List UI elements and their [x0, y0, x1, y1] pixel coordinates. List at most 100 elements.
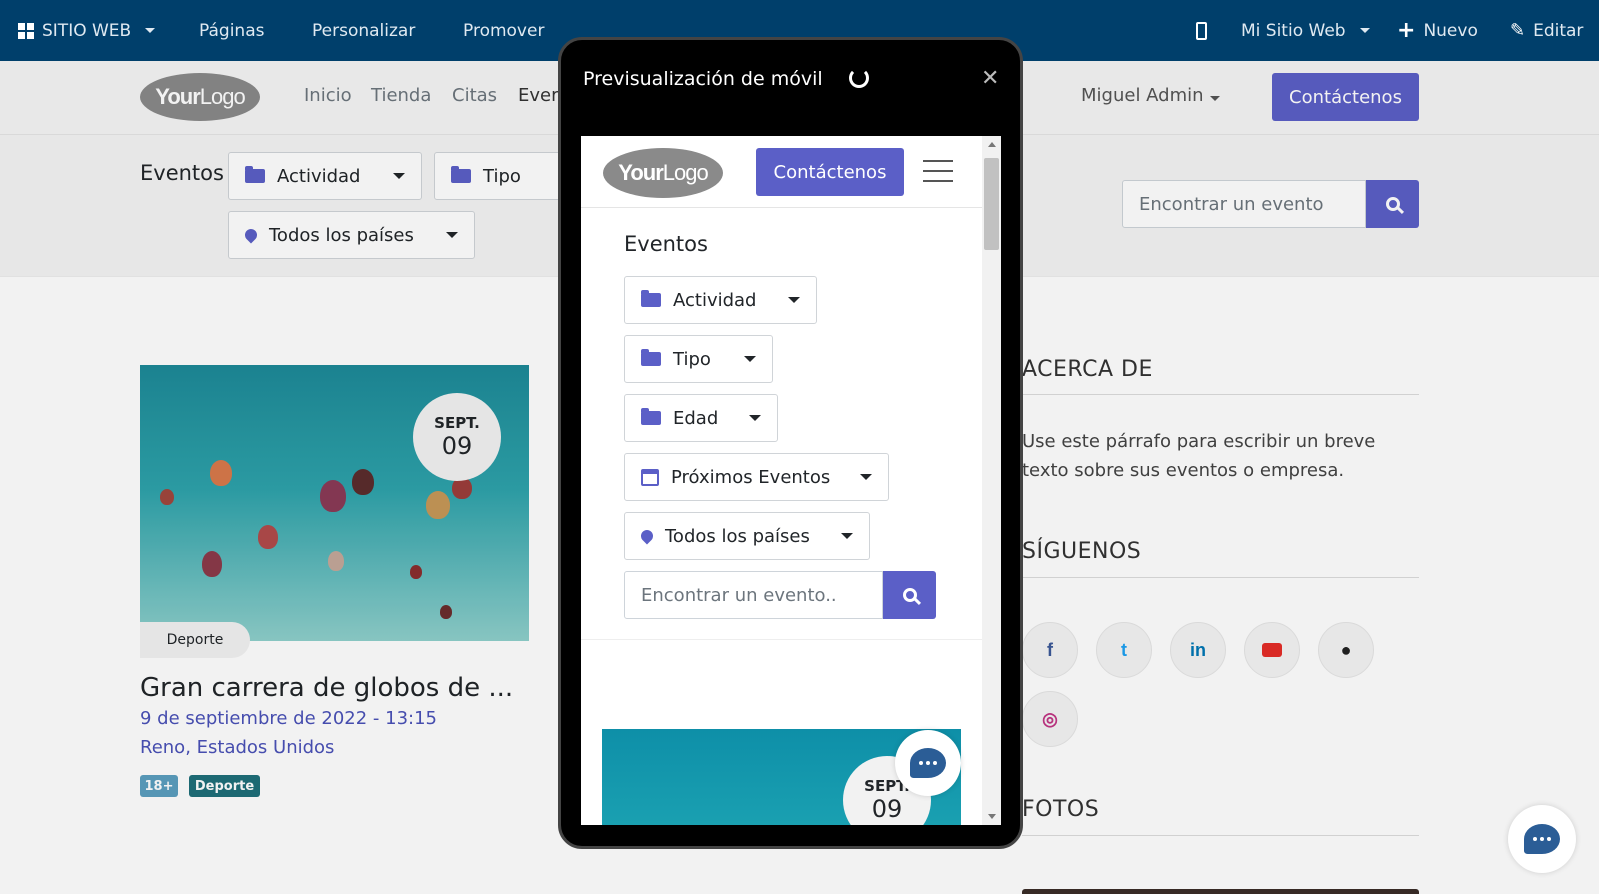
event-date-day: 09	[441, 432, 473, 460]
calendar-icon	[641, 468, 659, 486]
chevron-down-icon	[393, 173, 405, 179]
mobile-scrollbar[interactable]	[982, 136, 1001, 825]
mobile-preview-modal: Previsualización de móvil ✕ Your Logo Con…	[558, 37, 1023, 849]
balloon	[352, 469, 374, 495]
event-card-image[interactable]: SEPT. 09	[140, 365, 529, 641]
my-site-menu[interactable]: Mi Sitio Web	[1241, 0, 1370, 61]
nav-link-shop[interactable]: Tienda	[371, 85, 431, 106]
chat-bubble-icon	[910, 748, 946, 778]
customize-menu[interactable]: Personalizar	[312, 0, 415, 61]
type-dropdown[interactable]: Tipo	[434, 152, 566, 200]
pages-menu[interactable]: Páginas	[199, 0, 264, 61]
nav-link-events[interactable]: Ever	[518, 85, 559, 106]
folder-icon	[641, 290, 661, 307]
customize-menu-label: Personalizar	[312, 20, 416, 41]
chevron-down-icon	[744, 356, 756, 362]
mobile-countries-label: Todos los países	[665, 525, 810, 547]
site-logo[interactable]: Your Logo	[140, 73, 260, 121]
follow-heading: SÍGUENOS	[1022, 539, 1142, 564]
my-site-label: Mi Sitio Web	[1241, 20, 1346, 41]
divider	[1022, 394, 1419, 395]
divider	[581, 639, 982, 640]
event-category-tag: Deporte	[140, 622, 250, 658]
balloon	[328, 551, 344, 571]
folder-icon	[245, 166, 265, 183]
twitter-icon[interactable]: t	[1096, 622, 1152, 678]
divider	[1022, 835, 1419, 836]
folder-icon	[451, 166, 471, 183]
countries-dropdown-label: Todos los países	[269, 224, 414, 246]
mobile-event-search: Encontrar un evento..	[624, 571, 936, 619]
contact-button[interactable]: Contáctenos	[1272, 73, 1419, 121]
about-heading: ACERCA DE	[1022, 357, 1153, 382]
github-icon[interactable]: ●	[1318, 622, 1374, 678]
scrollbar-thumb[interactable]	[984, 158, 999, 250]
chevron-down-icon	[749, 415, 761, 421]
mobile-events-title: Eventos	[624, 232, 708, 256]
about-text-line-2: texto sobre sus eventos o empresa.	[1022, 460, 1345, 481]
balloon	[440, 605, 452, 619]
mobile-header: Your Logo Contáctenos	[581, 136, 982, 208]
nav-link-appointments[interactable]: Citas	[452, 85, 497, 106]
balloon	[210, 460, 232, 486]
chevron-down-icon	[860, 474, 872, 480]
mobile-event-date-day: 09	[871, 795, 903, 823]
apps-grid-icon	[18, 22, 34, 39]
scroll-up-arrow-icon[interactable]	[988, 142, 996, 147]
live-chat-button[interactable]	[1508, 805, 1576, 873]
chevron-down-icon	[788, 297, 800, 303]
mobile-age-dropdown[interactable]: Edad	[624, 394, 778, 442]
mobile-live-chat-button[interactable]	[895, 730, 961, 796]
balloon	[426, 491, 450, 519]
website-menu[interactable]: SITIO WEB	[18, 0, 156, 61]
instagram-icon[interactable]: ◎	[1022, 691, 1078, 747]
event-date-month: SEPT.	[434, 414, 480, 432]
balloon	[160, 489, 174, 505]
facebook-icon[interactable]: f	[1022, 622, 1078, 678]
event-search-button[interactable]	[1366, 180, 1419, 228]
mobile-site-logo[interactable]: Your Logo	[603, 148, 723, 198]
mobile-event-search-input[interactable]: Encontrar un evento..	[624, 571, 883, 619]
type-dropdown-label: Tipo	[483, 165, 521, 187]
mobile-activity-label: Actividad	[673, 289, 757, 311]
map-pin-icon	[638, 527, 656, 545]
map-pin-icon	[242, 226, 260, 244]
refresh-icon[interactable]	[849, 68, 869, 88]
activity-dropdown[interactable]: Actividad	[228, 152, 422, 200]
mobile-event-search-button[interactable]	[883, 571, 936, 619]
pencil-icon: ✎	[1510, 20, 1526, 41]
promote-menu[interactable]: Promover	[463, 0, 544, 61]
new-button[interactable]: + Nuevo	[1397, 0, 1478, 61]
balloon	[258, 525, 278, 549]
mobile-countries-dropdown[interactable]: Todos los países	[624, 512, 870, 560]
edit-button[interactable]: ✎ Editar	[1510, 0, 1583, 61]
mobile-contact-button[interactable]: Contáctenos	[756, 148, 904, 196]
countries-dropdown[interactable]: Todos los países	[228, 211, 475, 259]
youtube-icon[interactable]	[1244, 622, 1300, 678]
user-menu[interactable]: Miguel Admin	[1081, 85, 1220, 106]
photos-heading: FOTOS	[1022, 797, 1100, 822]
close-icon[interactable]: ✕	[981, 66, 999, 91]
events-title: Eventos	[140, 161, 224, 185]
plus-icon: +	[1397, 18, 1416, 43]
modal-title: Previsualización de móvil	[583, 68, 823, 90]
event-search: Encontrar un evento	[1122, 180, 1419, 228]
age-badge: 18+	[140, 775, 178, 797]
mobile-screen: Your Logo Contáctenos Eventos Actividad T…	[581, 136, 1001, 825]
event-title[interactable]: Gran carrera de globos de ...	[140, 673, 513, 703]
event-search-input[interactable]: Encontrar un evento	[1122, 180, 1367, 228]
mobile-upcoming-dropdown[interactable]: Próximos Eventos	[624, 453, 889, 501]
mobile-type-dropdown[interactable]: Tipo	[624, 335, 773, 383]
scroll-down-arrow-icon[interactable]	[988, 814, 996, 819]
mobile-preview-button[interactable]	[1196, 0, 1207, 61]
folder-icon	[641, 349, 661, 366]
chevron-down-icon	[446, 232, 458, 238]
nav-link-home[interactable]: Inicio	[304, 85, 352, 106]
activity-dropdown-label: Actividad	[277, 165, 361, 187]
mobile-activity-dropdown[interactable]: Actividad	[624, 276, 817, 324]
linkedin-icon[interactable]: in	[1170, 622, 1226, 678]
chevron-down-icon	[1359, 28, 1370, 33]
hamburger-menu-icon[interactable]	[923, 160, 953, 190]
mobile-age-label: Edad	[673, 407, 719, 429]
photo-thumbnail[interactable]	[1022, 889, 1419, 894]
